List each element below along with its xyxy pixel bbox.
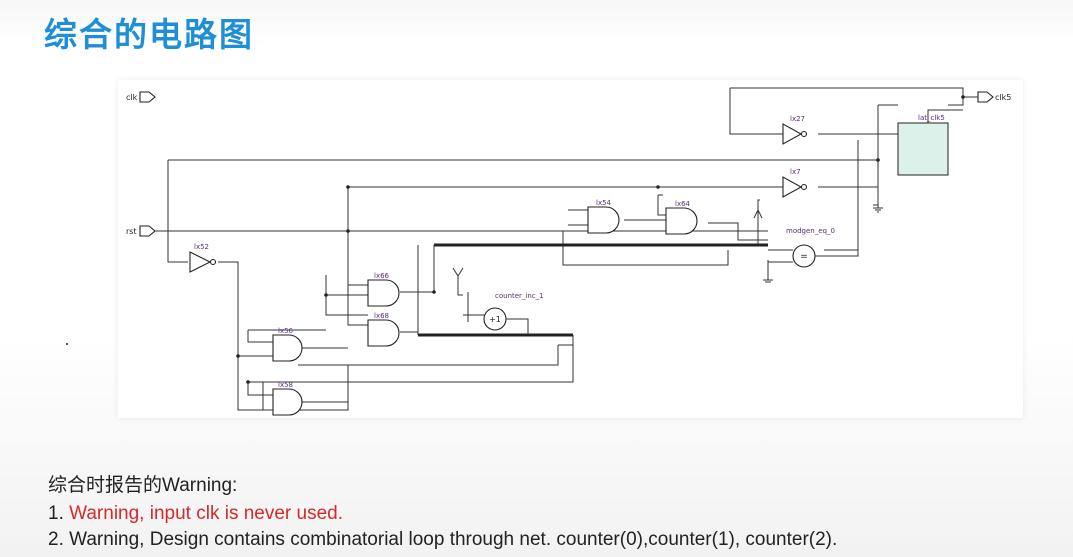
and-gate-ix58: lx58: [272, 381, 303, 416]
rst-input-port: rst: [126, 225, 156, 237]
warning-2-text: Warning, Design contains combinatorial l…: [69, 529, 838, 550]
warning-item-1: 1. Warning, input clk is never used.: [48, 503, 1068, 525]
clk-port-label: clk: [126, 93, 138, 102]
warning-1-text: Warning, input clk is never used.: [69, 503, 344, 524]
wires: [155, 87, 978, 411]
ix66-label: lx66: [374, 272, 390, 280]
warnings-heading: 综合时报告的Warning:: [48, 475, 238, 496]
ix68-label: lx68: [374, 312, 389, 320]
rst-port-label: rst: [126, 227, 137, 236]
ix64-label: lx64: [675, 200, 691, 208]
and-gate-ix56: lx56: [272, 327, 303, 362]
clk-input-port: clk: [126, 91, 156, 103]
latch-lat-clk5: lat_clk5: [873, 109, 963, 213]
equal-symbol: =: [800, 252, 808, 262]
counter-incrementer: counter_inc_1 +1: [452, 267, 544, 335]
warning-item-2: 2. Warning, Design contains combinatoria…: [48, 529, 1068, 551]
warning-1-number: 1.: [48, 503, 64, 524]
clk5-port-label: clk5: [995, 93, 1011, 102]
stray-mark: [66, 343, 68, 345]
counter-inc-label: counter_inc_1: [495, 292, 544, 300]
and-gate-ix64: lx64: [665, 200, 698, 235]
inverter-ix27: lx27: [782, 115, 808, 145]
and-gate-ix54: lx54: [587, 199, 620, 234]
ix54-label: lx54: [596, 199, 612, 207]
inverter-ix52: lx52: [189, 243, 217, 273]
ix52-label: lx52: [194, 243, 209, 251]
ix56-label: lx56: [278, 327, 294, 335]
inverter-ix7: lx7: [782, 168, 808, 198]
ix58-label: lx58: [278, 381, 293, 389]
ix27-label: lx27: [790, 115, 805, 123]
and-gate-ix66: lx66: [367, 272, 400, 307]
modgen-label: modgen_eq_0: [786, 227, 835, 235]
circuit-schematic: clk rst clk5 lx27 lx7 lx52 lx54 lx64 lx6…: [118, 80, 1023, 418]
warning-2-number: 2.: [48, 529, 64, 550]
clk5-output-port: clk5: [977, 91, 1011, 103]
junction-dots: [236, 95, 965, 384]
ix7-label: lx7: [790, 168, 801, 176]
slide-title: 综合的电路图: [44, 15, 254, 54]
and-gate-ix68: lx68: [367, 312, 400, 347]
lat-clk5-label: lat_clk5: [918, 114, 945, 122]
warning-notes: 综合时报告的Warning: 1. Warning, input clk is …: [48, 470, 1068, 555]
comparator-modgen: modgen_eq_0 =: [753, 140, 859, 283]
increment-symbol: +1: [489, 315, 501, 324]
